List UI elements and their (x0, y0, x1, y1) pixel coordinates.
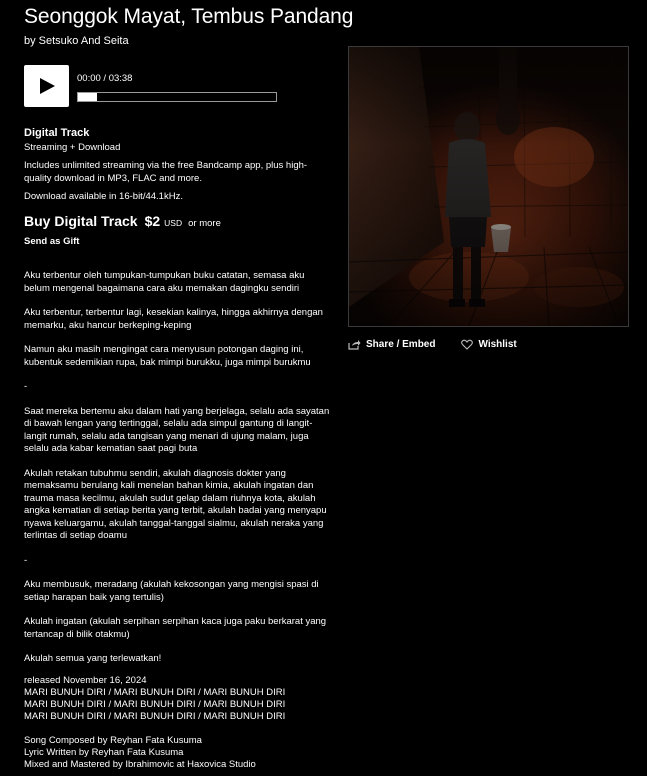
lyrics-paragraph: Saat mereka bertemu aku dalam hati yang … (24, 405, 330, 455)
lyrics-separator: - (24, 554, 28, 566)
lyrics-paragraph: Akulah retakan tubuhmu sendiri, akulah d… (24, 467, 327, 542)
download-quality-note: Download available in 16-bit/44.1kHz. (24, 191, 183, 202)
credits-tagline: MARI BUNUH DIRI / MARI BUNUH DIRI / MARI… (24, 711, 286, 722)
progress-bar[interactable] (77, 92, 277, 102)
lyrics-paragraph: Akulah semua yang terlewatkan! (24, 653, 162, 664)
price: $2 (144, 213, 161, 229)
buy-digital-track-link[interactable]: Buy Digital Track (24, 213, 138, 229)
release-date: released November 16, 2024 (24, 675, 147, 686)
lyrics-paragraph: Aku terbentur oleh tumpukan-tumpukan buk… (24, 270, 305, 294)
album-art[interactable] (348, 46, 629, 327)
lyrics-separator: - (24, 381, 28, 392)
credits-tagline: MARI BUNUH DIRI / MARI BUNUH DIRI / MARI… (24, 699, 286, 710)
digital-track-label: Digital Track (24, 127, 90, 139)
share-icon (348, 340, 361, 350)
lyrics-paragraph: Akulah ingatan (akulah serpihan serpihan… (24, 616, 327, 640)
digital-track-format: Streaming + Download (24, 142, 121, 153)
or-more-label: or more (188, 218, 221, 229)
lyrics-paragraph: Namun aku masih mengingat cara menyusun … (24, 344, 311, 368)
time-display: 00:00 / 03:38 (77, 73, 133, 84)
progress-thumb[interactable] (78, 93, 97, 101)
lyrics-paragraph: Aku membusuk, meradang (akulah kekosonga… (24, 579, 319, 603)
currency: USD (164, 218, 183, 228)
heart-icon (461, 339, 474, 350)
play-button[interactable] (24, 65, 69, 107)
wishlist-label: Wishlist (478, 339, 517, 350)
play-icon (40, 78, 55, 94)
track-title: Seonggok Mayat, Tembus Pandang (24, 5, 354, 28)
lyrics: Aku terbentur oleh tumpukan-tumpukan buk… (24, 270, 330, 678)
artist-link[interactable]: by Setsuko And Seita (24, 35, 129, 47)
action-bar: Share / Embed Wishlist (348, 339, 517, 350)
album-art-image (349, 47, 628, 326)
lyrics-paragraph: Aku terbentur, terbentur lagi, kesekian … (24, 307, 323, 331)
share-embed-label: Share / Embed (366, 339, 436, 350)
digital-track-description: Includes unlimited streaming via the fre… (24, 160, 308, 184)
send-as-gift-link[interactable]: Send as Gift (24, 236, 79, 247)
buy-row: Buy Digital Track $2 USD or more (24, 213, 221, 229)
share-embed-button[interactable]: Share / Embed (348, 339, 435, 350)
credits: released November 16, 2024 MARI BUNUH DI… (24, 675, 330, 771)
credit-lyric: Lyric Written by Reyhan Fata Kusuma (24, 747, 184, 758)
wishlist-button[interactable]: Wishlist (461, 339, 517, 350)
credits-tagline: MARI BUNUH DIRI / MARI BUNUH DIRI / MARI… (24, 687, 286, 698)
credit-composed: Song Composed by Reyhan Fata Kusuma (24, 735, 202, 746)
credit-mixed: Mixed and Mastered by Ibrahimovic at Hax… (24, 759, 256, 770)
